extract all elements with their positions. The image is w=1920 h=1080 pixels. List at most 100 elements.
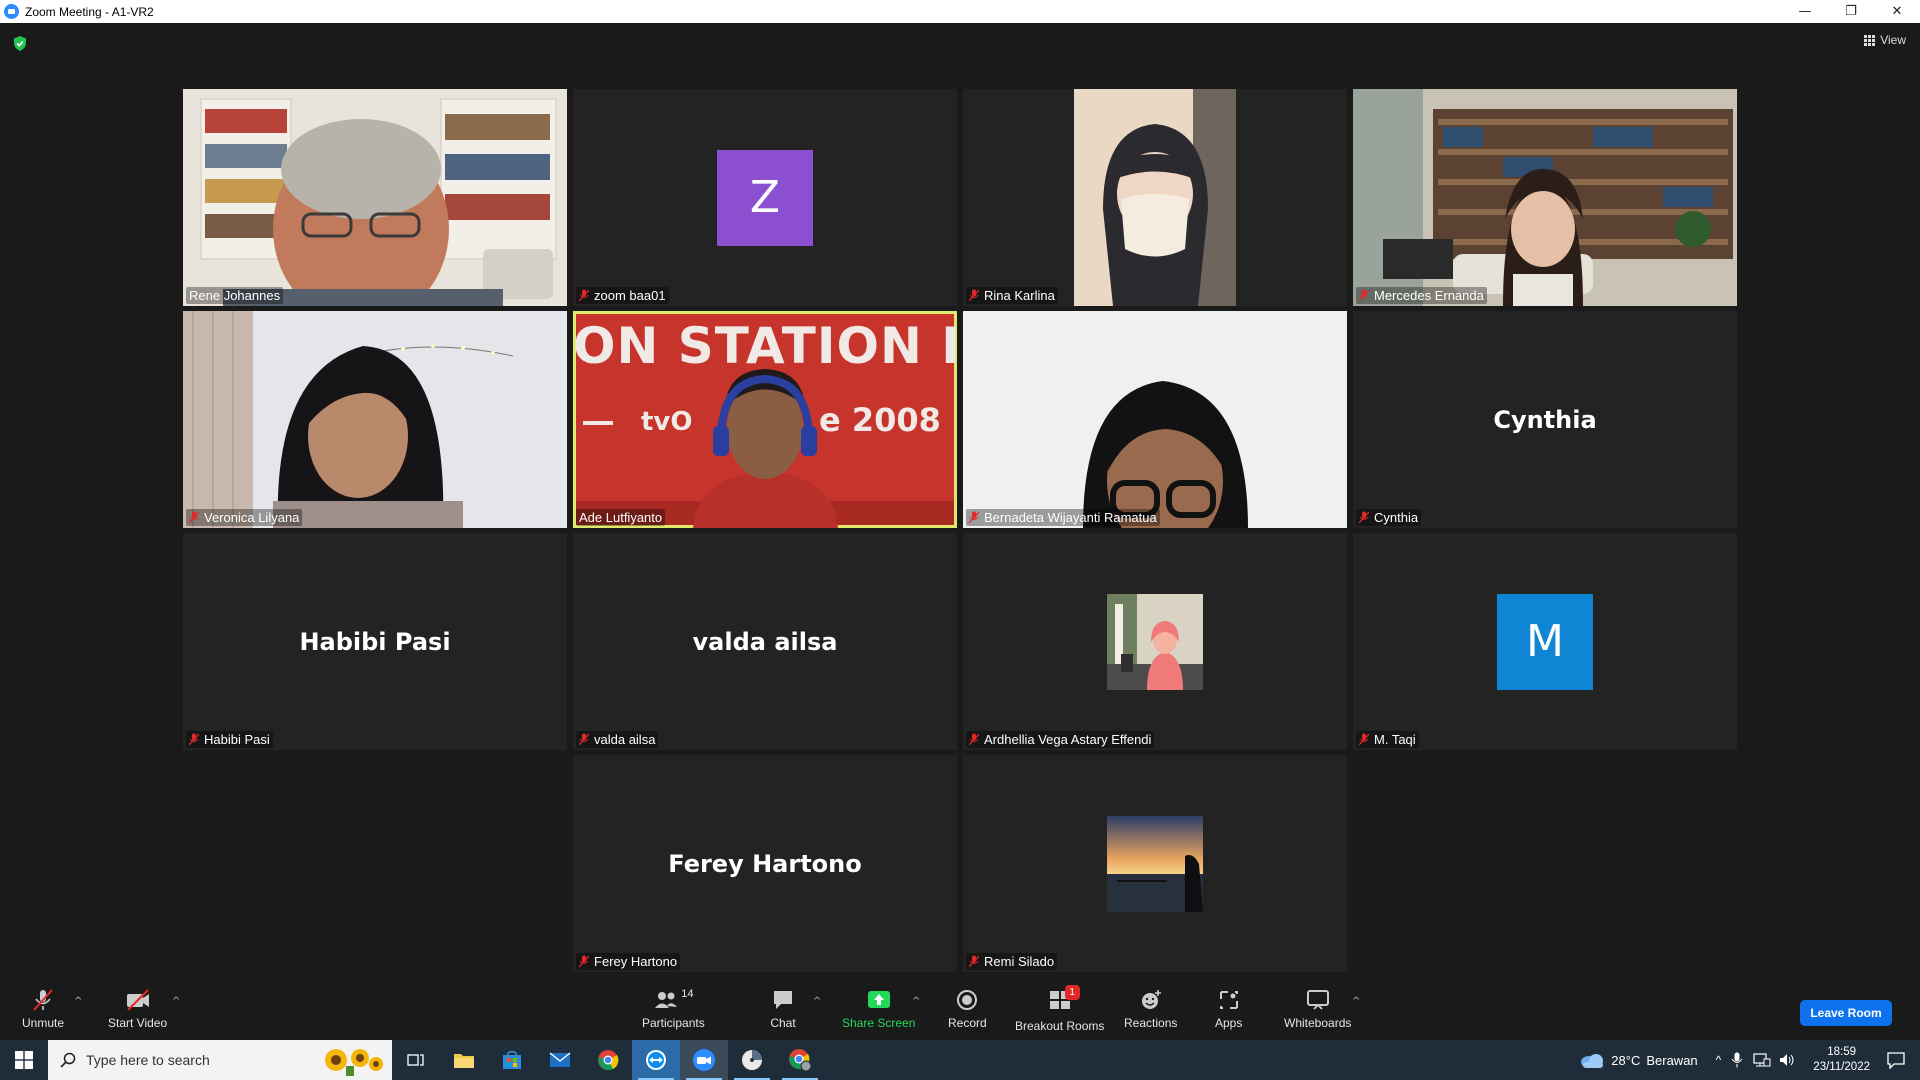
restore-button[interactable]: ❐: [1828, 0, 1874, 23]
teamviewer-button[interactable]: [632, 1040, 680, 1080]
participants-count: 14: [681, 988, 694, 1000]
participant-display-name: valda ailsa: [692, 627, 838, 656]
encryption-shield-icon[interactable]: [12, 35, 28, 52]
participant-name-label: zoom baa01: [576, 287, 669, 304]
window-title: Zoom Meeting - A1-VR2: [25, 4, 154, 19]
participant-name-label: Remi Silado: [966, 953, 1058, 970]
microsoft-store-button[interactable]: [488, 1040, 536, 1080]
video-tile[interactable]: Habibi Pasi Habibi Pasi: [183, 533, 567, 750]
apps-icon: [1219, 991, 1238, 1009]
mic-muted-icon: [579, 955, 589, 968]
video-tile[interactable]: M M. Taqi: [1353, 533, 1737, 750]
chrome-profile-icon: [789, 1049, 812, 1072]
video-tile[interactable]: Remi Silado: [963, 755, 1347, 972]
mic-muted-icon: [189, 733, 199, 746]
participant-name-label: Rene Johannes: [186, 287, 284, 304]
participant-name: Mercedes Ernanda: [1374, 288, 1484, 303]
meeting-area: View Rene Johannes Z zoom baa01 Rina Kar…: [0, 23, 1920, 980]
video-tile[interactable]: Cynthia Cynthia: [1353, 311, 1737, 528]
participant-name-label: Cynthia: [1356, 509, 1422, 526]
participant-name: Ardhellia Vega Astary Effendi: [984, 732, 1152, 747]
video-tile[interactable]: Ferey Hartono Ferey Hartono: [573, 755, 957, 972]
mail-button[interactable]: [536, 1040, 584, 1080]
zoom-app-icon: [4, 4, 19, 19]
microphone-tray-icon[interactable]: [1731, 1052, 1743, 1068]
video-tile[interactable]: Rina Karlina: [963, 89, 1347, 306]
video-tile[interactable]: Rene Johannes: [183, 89, 567, 306]
teamviewer-icon: [646, 1050, 666, 1070]
weather-widget[interactable]: 28°C Berawan: [1579, 1051, 1698, 1069]
whiteboard-options-caret-icon[interactable]: ^: [1352, 996, 1360, 1007]
mic-muted-icon: [579, 289, 589, 302]
zoom-taskbar-button[interactable]: [680, 1040, 728, 1080]
audio-options-caret-icon[interactable]: ^: [74, 996, 82, 1007]
apps-button[interactable]: Apps: [1215, 988, 1242, 1038]
video-tile[interactable]: Ardhellia Vega Astary Effendi: [963, 533, 1347, 750]
video-tile[interactable]: Z zoom baa01: [573, 89, 957, 306]
reactions-button[interactable]: Reactions: [1124, 988, 1177, 1038]
participant-figure: [583, 369, 838, 528]
chrome-profile-button[interactable]: [776, 1040, 824, 1080]
reactions-label: Reactions: [1124, 1016, 1178, 1030]
participant-name-label: Rina Karlina: [966, 287, 1058, 304]
participants-label: Participants: [642, 1016, 705, 1030]
chat-label: Chat: [770, 1016, 796, 1030]
start-video-button[interactable]: Start Video: [108, 988, 167, 1038]
start-button[interactable]: [0, 1040, 48, 1080]
task-view-button[interactable]: [392, 1040, 440, 1080]
window-controls: — ❐ ✕: [1782, 0, 1920, 23]
participants-icon: [655, 992, 678, 1008]
chat-button[interactable]: Chat: [770, 988, 796, 1038]
participants-button[interactable]: 14 Participants: [642, 988, 705, 1038]
participant-avatar: M: [1497, 593, 1593, 690]
whiteboards-label: Whiteboards: [1284, 1016, 1352, 1030]
participant-video: [183, 311, 567, 528]
participant-name: Ferey Hartono: [594, 954, 678, 969]
notifications-icon[interactable]: [1886, 1051, 1906, 1069]
minimize-button[interactable]: —: [1782, 0, 1828, 23]
participant-video: [963, 311, 1347, 528]
chat-options-caret-icon[interactable]: ^: [813, 996, 821, 1007]
taskbar-search-box[interactable]: Type here to search: [48, 1040, 392, 1080]
taskbar-clock[interactable]: 18:59 23/11/2022: [1813, 1045, 1870, 1075]
view-button[interactable]: View: [1864, 33, 1906, 47]
show-hidden-icons-chevron-icon[interactable]: ^: [1716, 1053, 1722, 1067]
chrome-icon: [598, 1050, 619, 1071]
cloud-icon: [1581, 1054, 1604, 1068]
video-options-caret-icon[interactable]: ^: [172, 996, 180, 1007]
video-tile[interactable]: valda ailsa valda ailsa: [573, 533, 957, 750]
breakout-rooms-label: Breakout Rooms: [1015, 1019, 1105, 1033]
participant-name: Veronica Lilyana: [204, 510, 300, 525]
participant-video: [963, 89, 1347, 306]
clock-app-button[interactable]: [728, 1040, 776, 1080]
mic-muted-icon: [1359, 511, 1369, 524]
video-tile[interactable]: Mercedes Ernanda: [1353, 89, 1737, 306]
participant-name-label: Habibi Pasi: [186, 731, 273, 748]
whiteboards-button[interactable]: Whiteboards: [1284, 988, 1351, 1038]
video-tile[interactable]: Veronica Lilyana: [183, 311, 567, 528]
share-options-caret-icon[interactable]: ^: [912, 996, 920, 1007]
record-icon: [957, 990, 978, 1010]
record-label: Record: [948, 1016, 987, 1030]
record-button[interactable]: Record: [948, 988, 987, 1038]
volume-icon[interactable]: [1779, 1052, 1797, 1068]
participant-name: Bernadeta Wijayanti Ramatua: [984, 510, 1157, 525]
participant-video: [1353, 89, 1737, 306]
network-icon[interactable]: [1753, 1052, 1771, 1068]
participant-name-label: valda ailsa: [576, 731, 659, 748]
reactions-icon: [1141, 990, 1161, 1009]
mic-muted-icon: [969, 955, 979, 968]
participant-name: Ade Lutfiyanto: [579, 510, 663, 525]
leave-room-button[interactable]: Leave Room: [1800, 1000, 1892, 1026]
meeting-toolbar: Unmute ^ Start Video ^ 14 Participants C…: [0, 980, 1920, 1040]
video-tile[interactable]: Bernadeta Wijayanti Ramatua: [963, 311, 1347, 528]
share-screen-button[interactable]: Share Screen: [842, 988, 915, 1038]
close-button[interactable]: ✕: [1874, 0, 1920, 23]
breakout-rooms-button[interactable]: 1 Breakout Rooms: [1015, 985, 1105, 1038]
mic-muted-icon: [1359, 289, 1369, 302]
chrome-button[interactable]: [584, 1040, 632, 1080]
participant-name: Rina Karlina: [984, 288, 1055, 303]
active-speaker-tile[interactable]: ON STATION IN tvO e 2008 Ade Lutfiyanto: [573, 311, 957, 528]
unmute-button[interactable]: Unmute: [22, 988, 64, 1038]
file-explorer-button[interactable]: [440, 1040, 488, 1080]
